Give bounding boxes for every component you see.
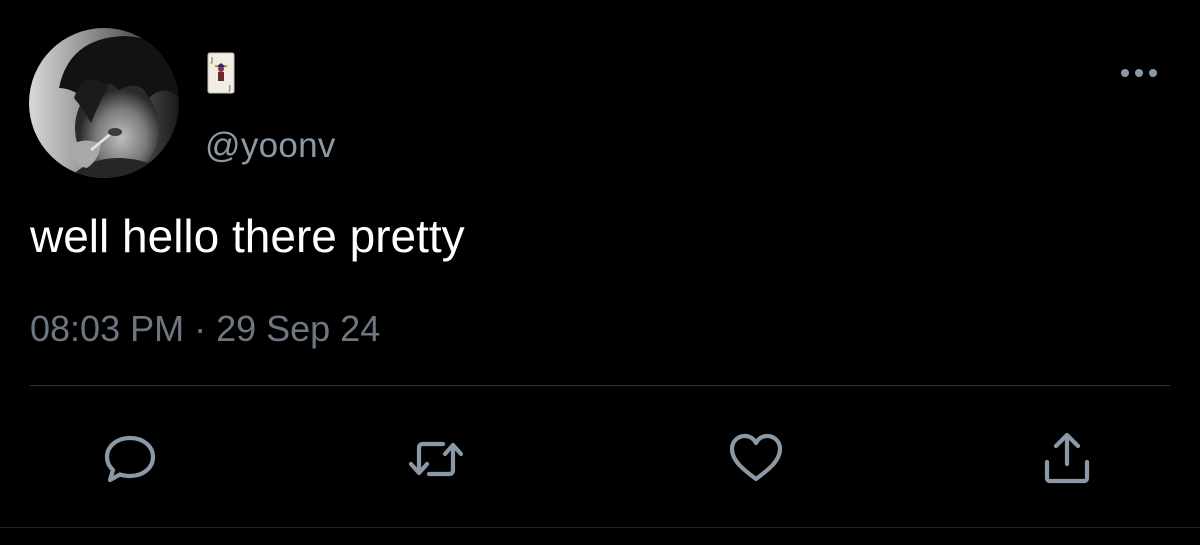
avatar-image: [29, 28, 179, 178]
heart-icon: [729, 433, 783, 482]
like-button[interactable]: [725, 428, 787, 490]
divider: [30, 385, 1170, 386]
user-handle[interactable]: @yoonv: [205, 126, 336, 166]
avatar[interactable]: [29, 28, 179, 178]
more-options-icon: [1121, 69, 1157, 77]
share-icon: [1044, 432, 1090, 484]
joker-playing-card-icon: J J: [207, 52, 235, 94]
retweet-icon: [408, 441, 464, 477]
svg-text:J: J: [210, 56, 213, 64]
reply-button[interactable]: [99, 428, 161, 490]
reply-icon: [104, 435, 156, 483]
tweet-timestamp[interactable]: 08:03 PM · 29 Sep 24: [30, 308, 380, 350]
share-button[interactable]: [1036, 428, 1098, 490]
more-options-button[interactable]: [1114, 60, 1164, 86]
tweet-card: J J @yoonv well hello there pretty 08:03…: [0, 0, 1200, 545]
retweet-button[interactable]: [405, 428, 467, 490]
bottom-divider: [0, 527, 1200, 528]
tweet-text: well hello there pretty: [30, 210, 465, 262]
svg-text:J: J: [228, 84, 231, 92]
